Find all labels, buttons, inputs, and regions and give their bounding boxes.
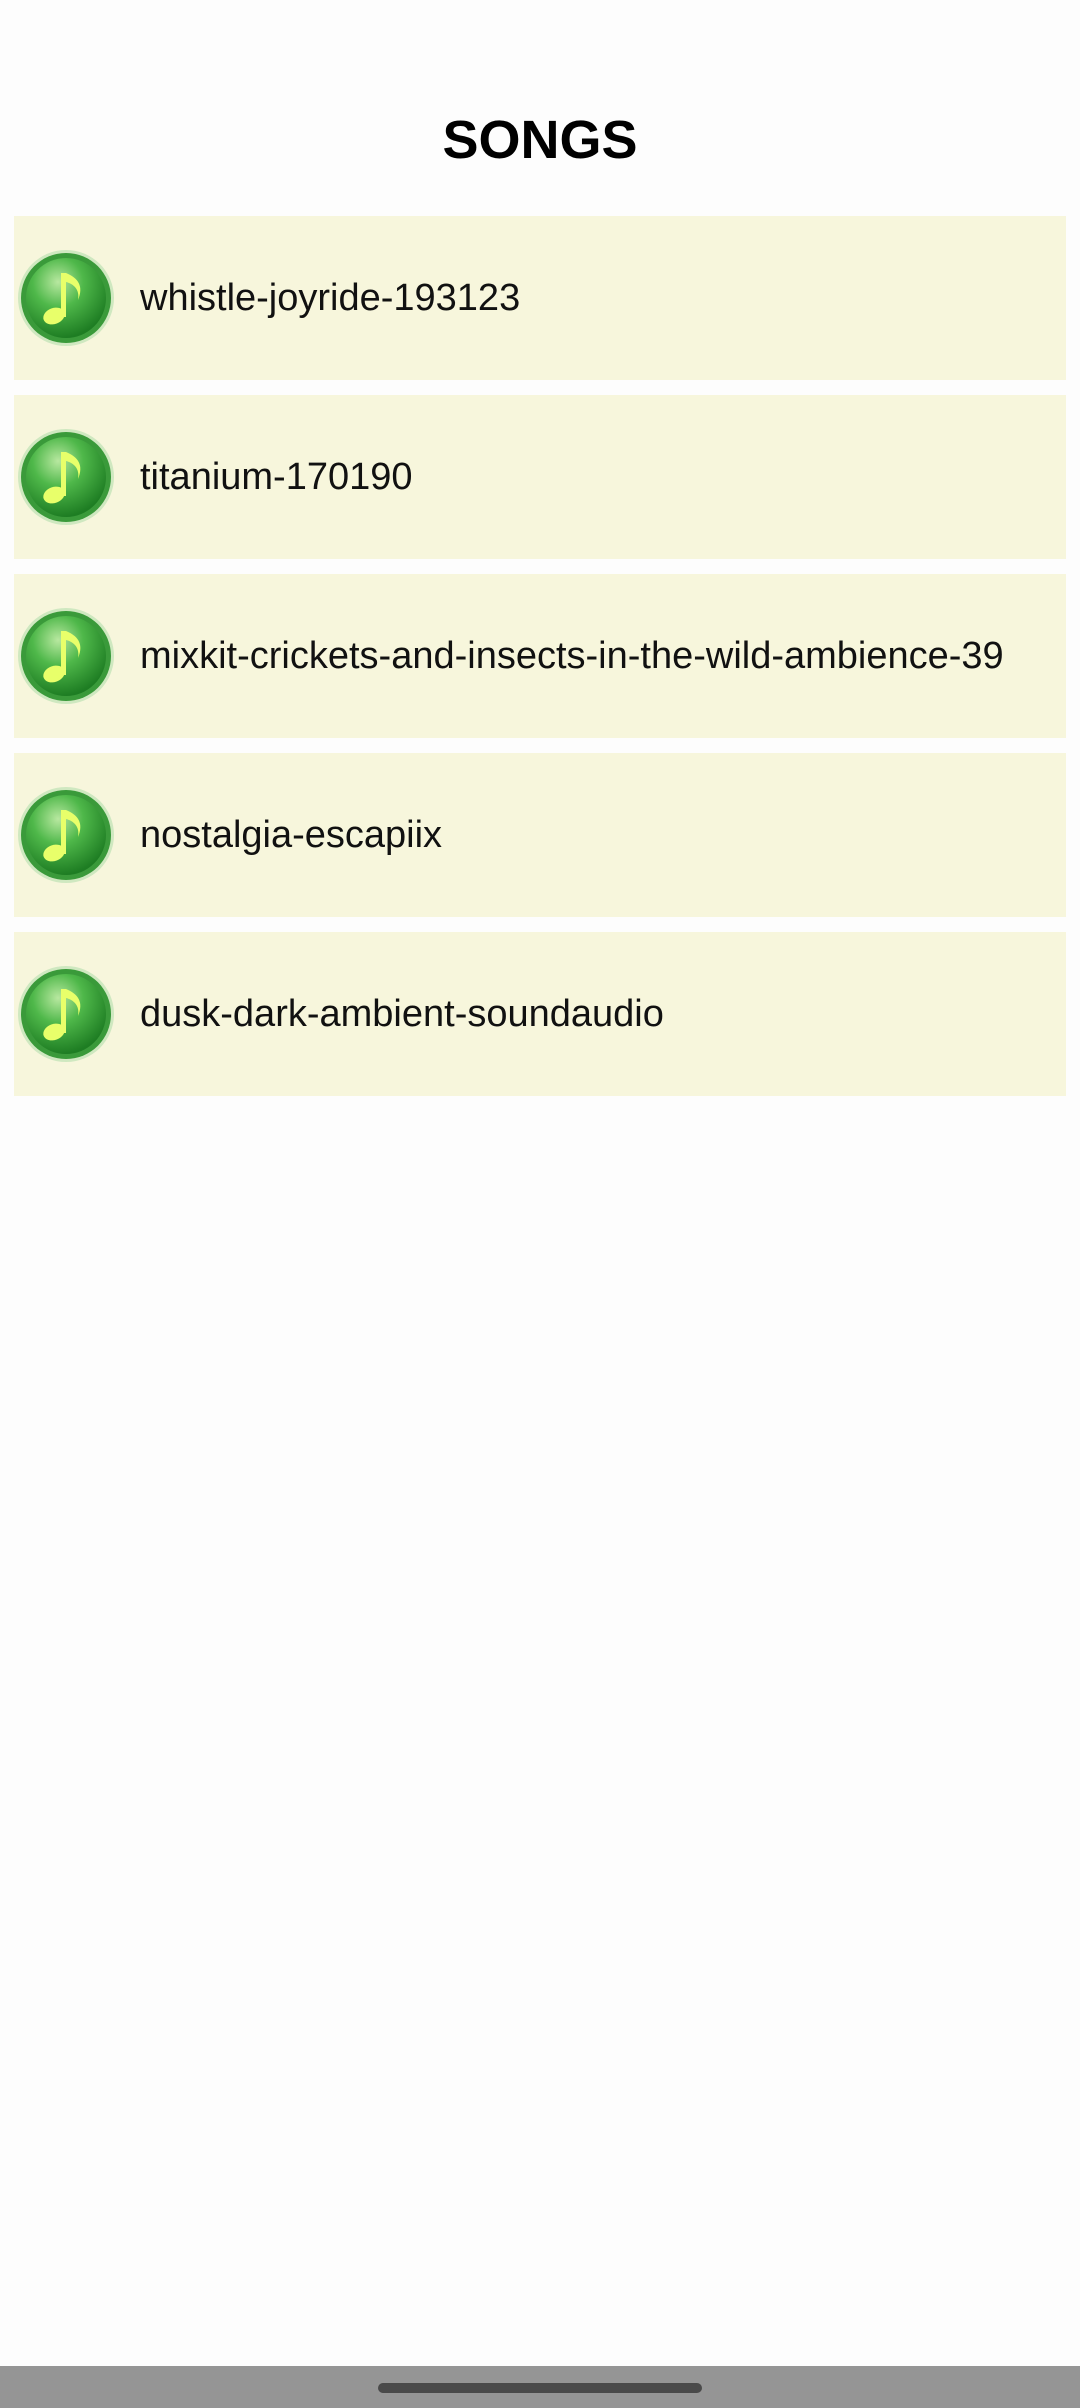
song-list: whistle-joyride-193123 titanium-170190 m… <box>14 216 1066 1111</box>
page-title: SONGS <box>442 110 638 170</box>
home-gesture-handle[interactable] <box>378 2383 702 2393</box>
system-navigation-bar <box>0 2366 1080 2408</box>
song-title: whistle-joyride-193123 <box>140 276 521 319</box>
songs-screen: SONGS whistle-joyride-193123 titanium-17… <box>0 0 1080 2408</box>
song-title: titanium-170190 <box>140 455 413 498</box>
song-list-item[interactable]: titanium-170190 <box>14 395 1066 559</box>
song-list-item[interactable]: dusk-dark-ambient-soundaudio <box>14 932 1066 1096</box>
song-list-item[interactable]: nostalgia-escapiix <box>14 753 1066 917</box>
music-note-icon <box>16 785 116 885</box>
song-list-item[interactable]: mixkit-crickets-and-insects-in-the-wild-… <box>14 574 1066 738</box>
music-note-icon <box>16 427 116 527</box>
music-note-icon <box>16 248 116 348</box>
song-title: mixkit-crickets-and-insects-in-the-wild-… <box>140 634 1004 677</box>
song-title: nostalgia-escapiix <box>140 813 443 856</box>
song-list-item[interactable]: whistle-joyride-193123 <box>14 216 1066 380</box>
music-note-icon <box>16 964 116 1064</box>
music-note-icon <box>16 606 116 706</box>
song-title: dusk-dark-ambient-soundaudio <box>140 992 664 1035</box>
